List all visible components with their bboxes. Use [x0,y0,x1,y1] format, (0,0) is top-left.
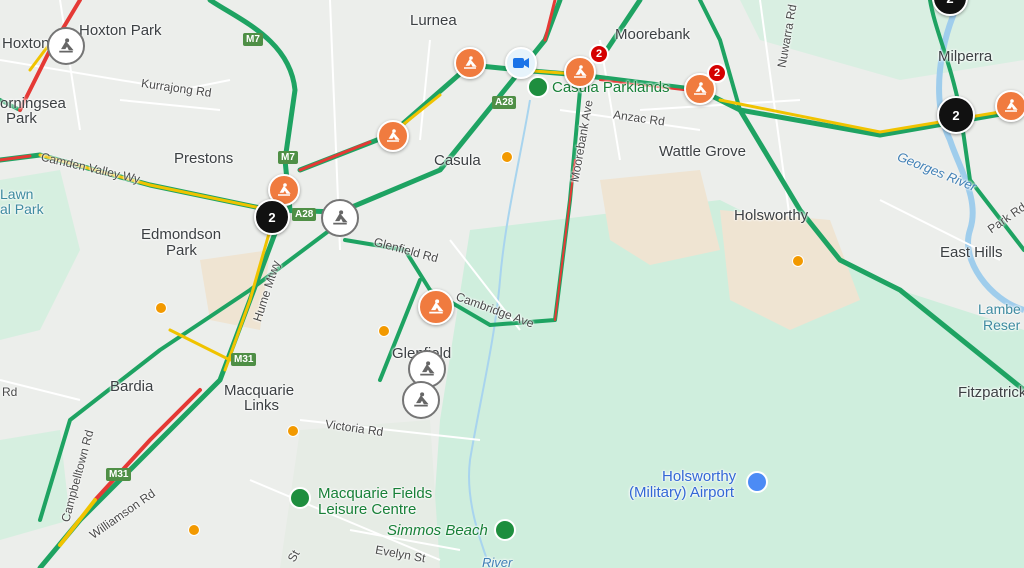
suburb-label-hoxton-park: Hoxton Park [79,22,162,39]
park-icon[interactable] [289,487,311,509]
poi-dot[interactable] [378,325,390,337]
traffic-camera-marker[interactable] [505,47,537,79]
suburb-label-prestons: Prestons [174,150,234,167]
roadwork-icon [694,82,707,95]
m31-shield: M31 [231,353,257,366]
roadwork-marker[interactable] [377,120,409,152]
roadwork-icon [387,129,400,142]
poi-dot[interactable] [188,524,200,536]
place-label-airport-1[interactable]: Holsworthy [662,469,736,484]
road-label-rd: Rd [2,385,18,399]
roadwork-marker-inactive[interactable] [402,381,440,419]
m31-shield: M31 [106,468,132,481]
roadwork-icon [278,183,291,196]
roadwork-icon [59,38,74,53]
suburb-label-casula: Casula [434,152,481,169]
roadwork-icon [420,361,435,376]
suburb-label-morningsea-park: Park [6,110,37,127]
suburb-label-holsworthy: Holsworthy [734,207,809,224]
park-icon[interactable] [494,519,516,541]
suburb-label-hoxton: Hoxton [2,35,50,52]
place-label-simmos-beach[interactable]: Simmos Beach [387,523,488,538]
roadwork-icon [574,65,587,78]
a28-shield: A28 [292,208,317,221]
park-label-lambeth: Lambe [978,301,1021,317]
incident-cluster-marker[interactable]: 2 [937,96,975,134]
poi-dot[interactable] [155,302,167,314]
roadwork-icon [1005,99,1018,112]
poi-dot[interactable] [501,151,513,163]
roadwork-marker-inactive[interactable] [321,199,359,237]
m7-shield: M7 [278,151,298,164]
park-label-reserve: Reser [983,317,1021,333]
suburb-label-macquarie: Macquarie [224,382,295,399]
river-label-bottom: River [482,555,513,568]
a28-shield: A28 [492,96,517,109]
suburb-label-east-hills: East Hills [940,244,1003,261]
roadwork-marker[interactable] [454,47,486,79]
roadwork-marker[interactable] [995,90,1024,122]
camera-icon [513,58,529,68]
park-icon[interactable] [527,76,549,98]
park-label-memorial-park: al Park [0,201,44,217]
suburb-label-edmondson: Edmondson [141,226,222,243]
suburb-label-morningsea: orningsea [0,95,66,112]
poi-dot[interactable] [287,425,299,437]
suburb-label-edmondson-park: Park [166,242,197,259]
suburb-label-wattle-grove: Wattle Grove [659,143,746,160]
suburb-label-lurnea: Lurnea [410,12,457,29]
roadwork-marker[interactable] [418,289,454,325]
map-canvas[interactable]: M7 M7 A28 A28 M31 M31 Hoxton Hoxton Park… [0,0,1024,568]
suburb-label-moorebank: Moorebank [615,26,691,43]
park-label-lawn: Lawn [0,186,34,202]
airport-icon[interactable] [746,471,768,493]
count-badge: 2 [707,63,727,83]
suburb-label-bardia: Bardia [110,378,154,395]
roadwork-marker-inactive[interactable] [47,27,85,65]
roadwork-icon [429,299,444,314]
suburb-label-fitzpatrick: Fitzpatrick [958,384,1024,401]
place-label-airport-2[interactable]: (Military) Airport [629,485,734,500]
m7-shield: M7 [243,33,263,46]
incident-cluster-marker[interactable]: 2 [254,199,290,235]
suburb-label-macquarie-links: Links [244,397,280,414]
poi-dot[interactable] [792,255,804,267]
roadwork-icon [333,210,348,225]
count-badge: 2 [589,44,609,64]
suburb-label-milperra: Milperra [938,48,993,65]
roadwork-icon [464,56,477,69]
place-label-mqf-leisure-2[interactable]: Leisure Centre [318,502,416,517]
place-label-mqf-leisure-1[interactable]: Macquarie Fields [318,486,432,501]
roadwork-icon [414,392,429,407]
